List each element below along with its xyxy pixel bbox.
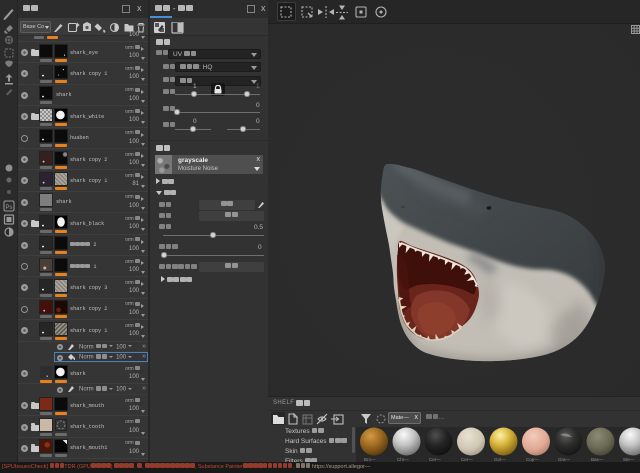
svg-text:Ps: Ps xyxy=(6,205,13,211)
